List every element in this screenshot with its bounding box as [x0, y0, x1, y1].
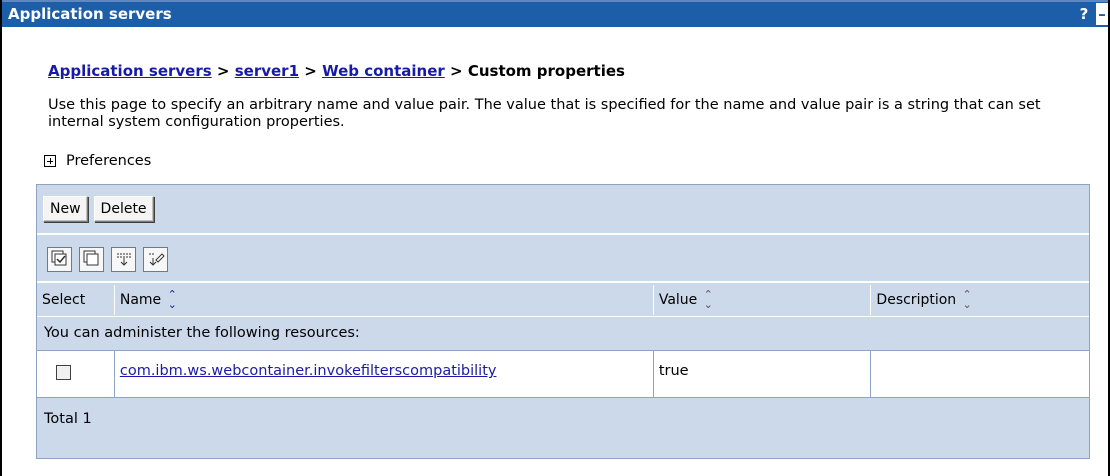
row-value-cell: true [654, 351, 872, 397]
help-icon[interactable]: ? [1076, 3, 1092, 25]
column-header-description-label[interactable]: Description [876, 292, 956, 308]
select-all-icon[interactable] [47, 246, 72, 272]
expand-plus-icon[interactable] [44, 155, 56, 167]
custom-properties-table: New Delete Select Name ⌃ ⌄ Value ⌃ ⌄ Des… [36, 184, 1090, 459]
breadcrumb-separator: > [450, 62, 463, 80]
column-header-value[interactable]: Value ⌃ ⌄ [654, 285, 872, 315]
row-select-cell [37, 351, 115, 397]
deselect-all-icon[interactable] [79, 246, 104, 272]
property-name-link[interactable]: com.ibm.ws.webcontainer.invokefilterscom… [120, 363, 497, 379]
row-name-cell: com.ibm.ws.webcontainer.invokefilterscom… [115, 351, 654, 397]
table-total: Total 1 [44, 411, 92, 427]
column-header-description[interactable]: Description ⌃ ⌄ [871, 285, 1089, 315]
table-header-row: Select Name ⌃ ⌄ Value ⌃ ⌄ Description ⌃ ⌄ [37, 285, 1089, 315]
sort-icon[interactable]: ⌃ ⌄ [165, 289, 179, 310]
breadcrumb-link-application-servers[interactable]: Application servers [48, 62, 212, 80]
minimize-icon[interactable]: – [1096, 3, 1108, 25]
column-header-select: Select [37, 285, 115, 315]
table-button-bar: New Delete [37, 185, 1089, 235]
breadcrumb-link-server1[interactable]: server1 [235, 62, 299, 80]
breadcrumb-separator: > [216, 62, 230, 80]
breadcrumb-current: Custom properties [467, 62, 625, 80]
titlebar-buttons: ? – [1076, 3, 1108, 25]
row-description-cell [871, 351, 1089, 397]
resources-info: You can administer the following resourc… [37, 316, 1089, 349]
row-checkbox[interactable] [56, 365, 71, 380]
clear-filter-icon[interactable] [143, 246, 168, 272]
breadcrumb-separator: > [304, 62, 317, 80]
sort-icon[interactable]: ⌃ ⌄ [701, 289, 715, 310]
table-icon-bar [37, 237, 1089, 283]
column-header-name-label[interactable]: Name [120, 292, 161, 308]
panel-titlebar: Application servers ? – [2, 0, 1108, 27]
sort-icon[interactable]: ⌃ ⌄ [960, 289, 974, 310]
breadcrumb: Application servers > server1 > Web cont… [48, 62, 625, 80]
application-servers-panel: Application servers ? – Application serv… [0, 0, 1110, 476]
column-header-value-label[interactable]: Value [659, 292, 697, 308]
column-header-name[interactable]: Name ⌃ ⌄ [115, 285, 654, 315]
page-description: Use this page to specify an arbitrary na… [48, 97, 1041, 130]
preferences-toggle[interactable]: Preferences [42, 153, 151, 169]
show-filter-icon[interactable] [111, 246, 136, 272]
table-row: com.ibm.ws.webcontainer.invokefilterscom… [37, 350, 1089, 398]
breadcrumb-link-web-container[interactable]: Web container [322, 62, 445, 80]
delete-button[interactable]: Delete [93, 196, 154, 222]
new-button[interactable]: New [43, 196, 88, 222]
panel-title: Application servers [8, 5, 172, 23]
preferences-label[interactable]: Preferences [66, 153, 151, 169]
